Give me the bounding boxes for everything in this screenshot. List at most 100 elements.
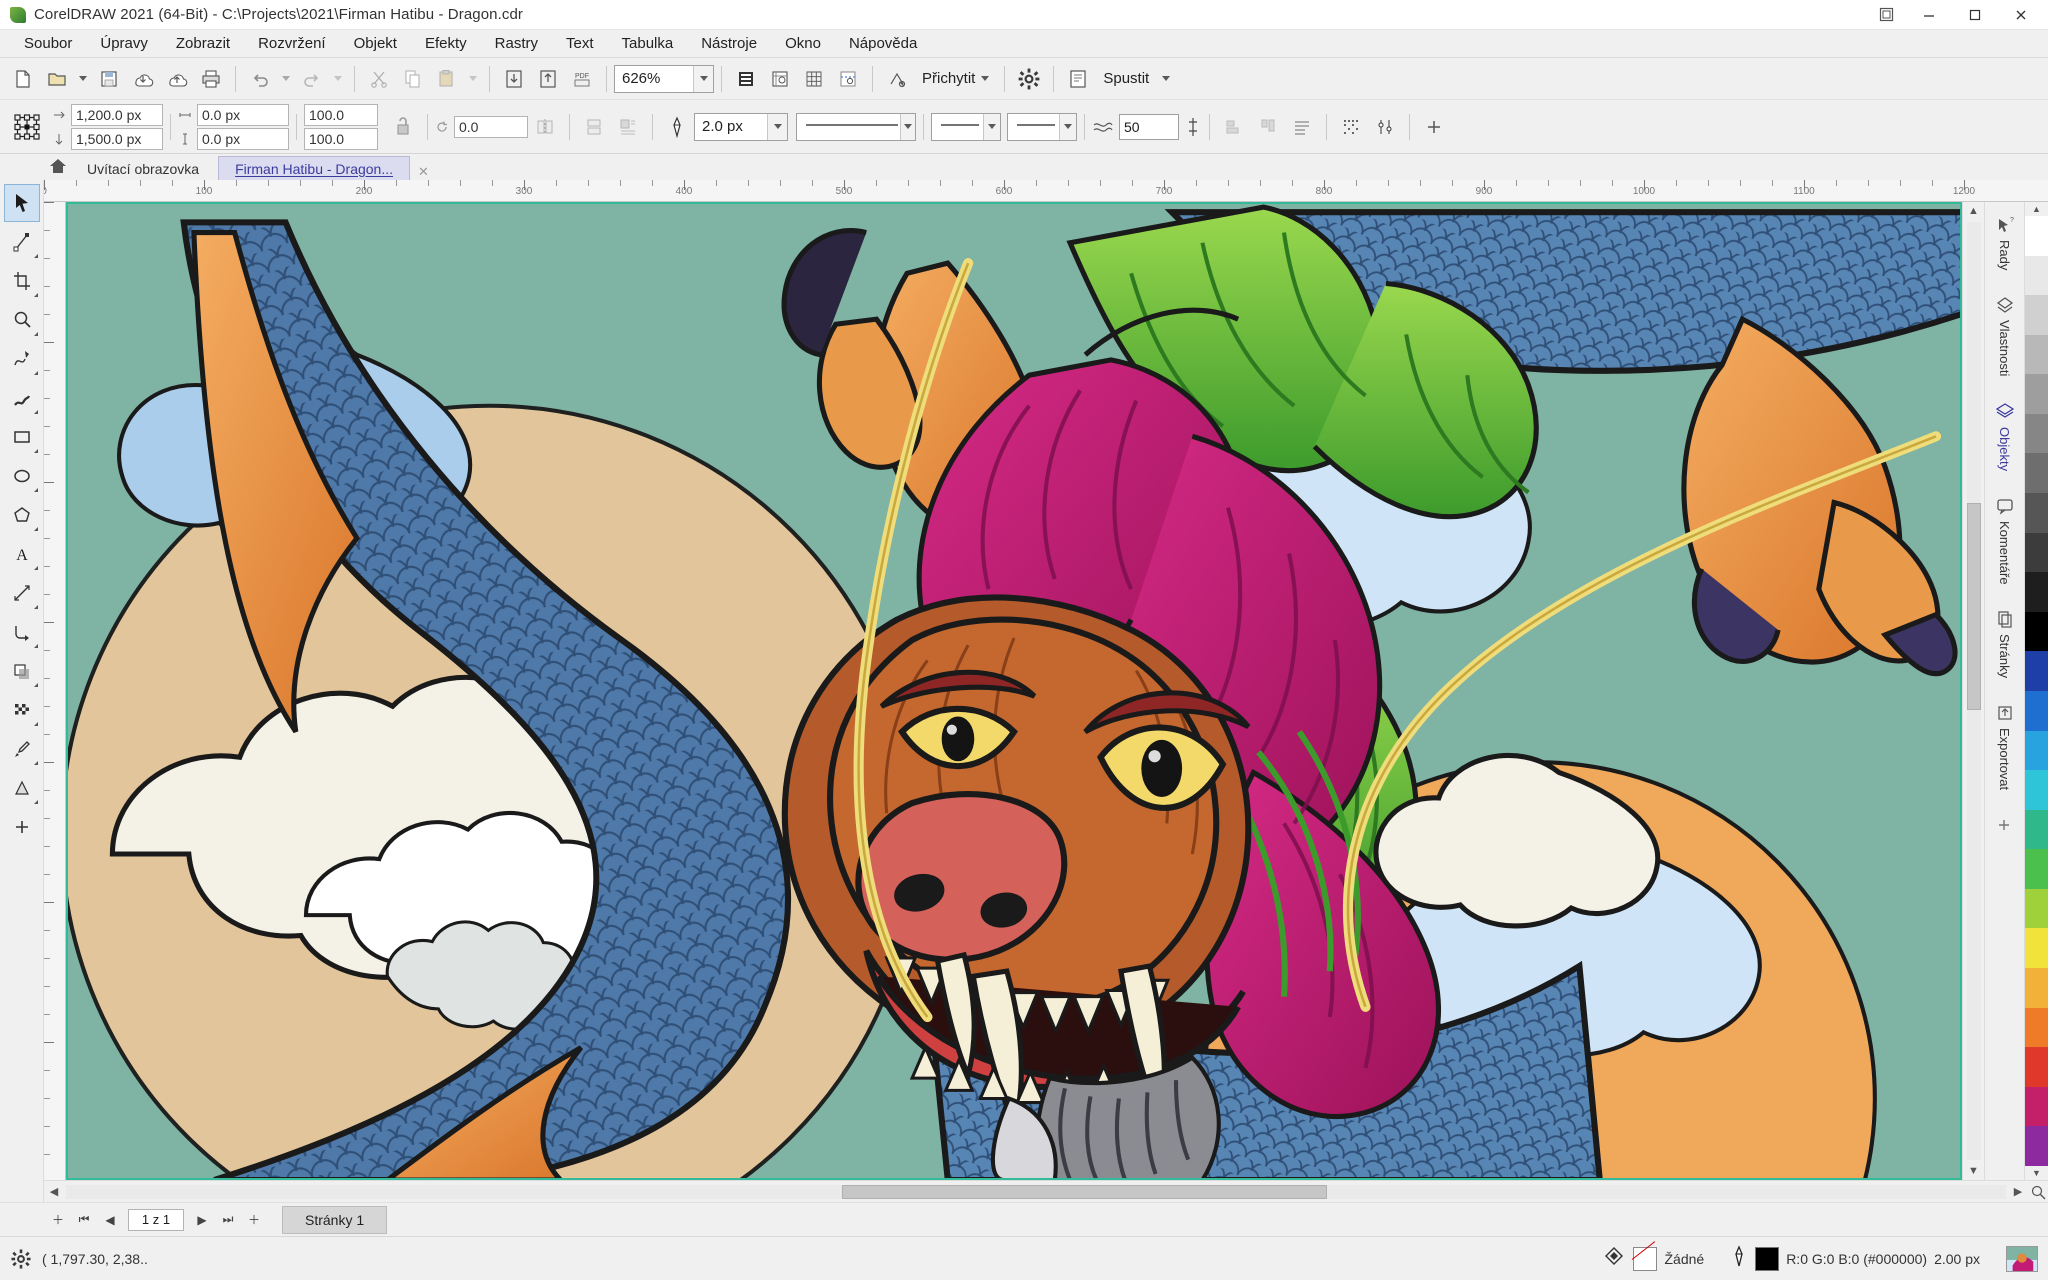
menu-soubor[interactable]: Soubor [10, 31, 86, 56]
next-page-button[interactable]: ▶ [190, 1208, 214, 1232]
scroll-left-icon[interactable]: ◀ [44, 1183, 64, 1201]
palette-swatch[interactable] [2025, 493, 2048, 533]
menu-text[interactable]: Text [552, 31, 608, 56]
palette-swatch[interactable] [2025, 256, 2048, 296]
last-page-button[interactable]: ⏭ [216, 1208, 240, 1232]
snap-to-button[interactable]: Přichytit [914, 64, 997, 94]
tool-transparency[interactable] [4, 691, 40, 729]
edit-nodes-icon[interactable] [1368, 110, 1402, 144]
menu-nastroje[interactable]: Nástroje [687, 31, 771, 56]
menu-zobrazit[interactable]: Zobrazit [162, 31, 244, 56]
align-objects-icon[interactable] [1217, 110, 1251, 144]
menu-tabulka[interactable]: Tabulka [608, 31, 688, 56]
tool-shape[interactable] [4, 223, 40, 261]
palette-swatch[interactable] [2025, 770, 2048, 810]
arrow-end-dropdown-icon[interactable] [1059, 114, 1076, 140]
text-wrap-icon[interactable] [611, 110, 645, 144]
tool-drop-shadow[interactable] [4, 652, 40, 690]
artboard[interactable] [66, 202, 1962, 1180]
docker-tab-rady[interactable]: ? Rady [1994, 208, 2016, 278]
palette-swatch[interactable] [2025, 612, 2048, 652]
minimize-button[interactable] [1906, 0, 1952, 30]
palette-swatch[interactable] [2025, 651, 2048, 691]
color-palette[interactable]: ▲ ▼ [2024, 202, 2048, 1180]
page-tab-stranky-1[interactable]: Stránky 1 [282, 1206, 387, 1234]
show-grid-icon[interactable] [797, 62, 831, 96]
paste-icon[interactable] [430, 62, 464, 96]
outline-width-combo[interactable]: 2.0 px [694, 113, 788, 141]
vertical-scrollbar[interactable]: ▲ ▼ [1962, 202, 1984, 1180]
order-objects-icon[interactable] [1285, 110, 1319, 144]
close-button[interactable] [1998, 0, 2044, 30]
docker-add-icon[interactable] [1994, 809, 2016, 843]
palette-swatch[interactable] [2025, 533, 2048, 573]
docker-tab-komentare[interactable]: Komentáře [1994, 489, 2016, 593]
first-page-button[interactable]: ⏮ [72, 1208, 96, 1232]
import-icon[interactable] [126, 62, 160, 96]
tool-freehand[interactable] [4, 340, 40, 378]
tool-parallel-dimension[interactable] [4, 574, 40, 612]
mirror-vertical-icon[interactable] [577, 110, 611, 144]
open-document-icon[interactable] [40, 62, 74, 96]
wrap-offset-stepper-icon[interactable] [1184, 110, 1202, 144]
palette-swatch[interactable] [2025, 1087, 2048, 1127]
scale-height-field[interactable]: 100.0 [304, 128, 378, 150]
outline-width-dropdown-icon[interactable] [767, 114, 787, 140]
tool-polygon[interactable] [4, 496, 40, 534]
fill-icon[interactable] [1602, 1245, 1626, 1272]
previous-page-button[interactable]: ◀ [98, 1208, 122, 1232]
outline-pen-status-icon[interactable] [1730, 1245, 1748, 1272]
zoom-to-fit-icon[interactable] [2028, 1183, 2048, 1201]
palette-swatch[interactable] [2025, 849, 2048, 889]
zoom-level-combo[interactable]: 626% [614, 65, 714, 93]
tab-firman-hatibu-dragon[interactable]: Firman Hatibu - Dragon... [218, 156, 410, 180]
object-origin-grid-icon[interactable] [10, 110, 44, 144]
vertical-ruler[interactable] [44, 202, 66, 1180]
arrow-start-combo[interactable] [931, 113, 1001, 141]
docker-tab-exportovat[interactable]: Exportovat [1994, 696, 2016, 798]
horizontal-scroll-thumb[interactable] [842, 1185, 1327, 1199]
line-style-combo[interactable] [796, 113, 916, 141]
undo-dropdown-icon[interactable] [277, 62, 295, 96]
palette-swatch[interactable] [2025, 453, 2048, 493]
status-gear-icon[interactable] [10, 1248, 32, 1270]
mirror-horizontal-icon[interactable] [528, 110, 562, 144]
menu-rozvrzeni[interactable]: Rozvržení [244, 31, 340, 56]
redo-dropdown-icon[interactable] [329, 62, 347, 96]
arrow-start-dropdown-icon[interactable] [983, 114, 1000, 140]
tab-welcome-screen[interactable]: Uvítací obrazovka [70, 156, 216, 180]
position-y-field[interactable]: 1,500.0 px [71, 128, 163, 150]
palette-swatch[interactable] [2025, 572, 2048, 612]
page-counter[interactable]: 1 z 1 [128, 1209, 184, 1231]
scroll-right-icon[interactable]: ▶ [2008, 1183, 2028, 1201]
horizontal-scroll-track[interactable] [66, 1185, 2006, 1199]
line-style-dropdown-icon[interactable] [900, 114, 915, 140]
wrap-offset-field[interactable]: 50 [1119, 114, 1179, 140]
docker-tab-vlastnosti[interactable]: Vlastnosti [1994, 288, 2016, 384]
tool-smart-fill[interactable] [4, 808, 40, 846]
palette-scroll-down-icon[interactable]: ▼ [2025, 1166, 2048, 1180]
undo-icon[interactable] [243, 62, 277, 96]
add-page-after-button[interactable]: ＋ [242, 1208, 266, 1232]
snap-to-icon[interactable] [880, 62, 914, 96]
maximize-button[interactable] [1952, 0, 1998, 30]
tab-close-icon[interactable]: ✕ [412, 164, 435, 180]
palette-swatch[interactable] [2025, 928, 2048, 968]
docker-tab-objekty[interactable]: Objekty [1994, 395, 2016, 479]
open-recent-dropdown-icon[interactable] [74, 62, 92, 96]
menu-upravy[interactable]: Úpravy [86, 31, 162, 56]
rotation-angle-field[interactable]: 0.0 [454, 116, 528, 138]
launch-button[interactable]: Spustit [1095, 64, 1157, 94]
horizontal-ruler[interactable]: 0100200300400500600700800900100011001200 [44, 180, 2048, 202]
tool-pick[interactable] [4, 184, 40, 222]
palette-swatch[interactable] [2025, 810, 2048, 850]
paste-dropdown-icon[interactable] [464, 62, 482, 96]
save-icon[interactable] [92, 62, 126, 96]
palette-swatch[interactable] [2025, 335, 2048, 375]
palette-swatch[interactable] [2025, 691, 2048, 731]
palette-swatch[interactable] [2025, 216, 2048, 256]
fullscreen-preview-icon[interactable] [729, 62, 763, 96]
pixel-grid-icon[interactable] [1334, 110, 1368, 144]
palette-swatch[interactable] [2025, 1047, 2048, 1087]
export-document-icon[interactable] [531, 62, 565, 96]
